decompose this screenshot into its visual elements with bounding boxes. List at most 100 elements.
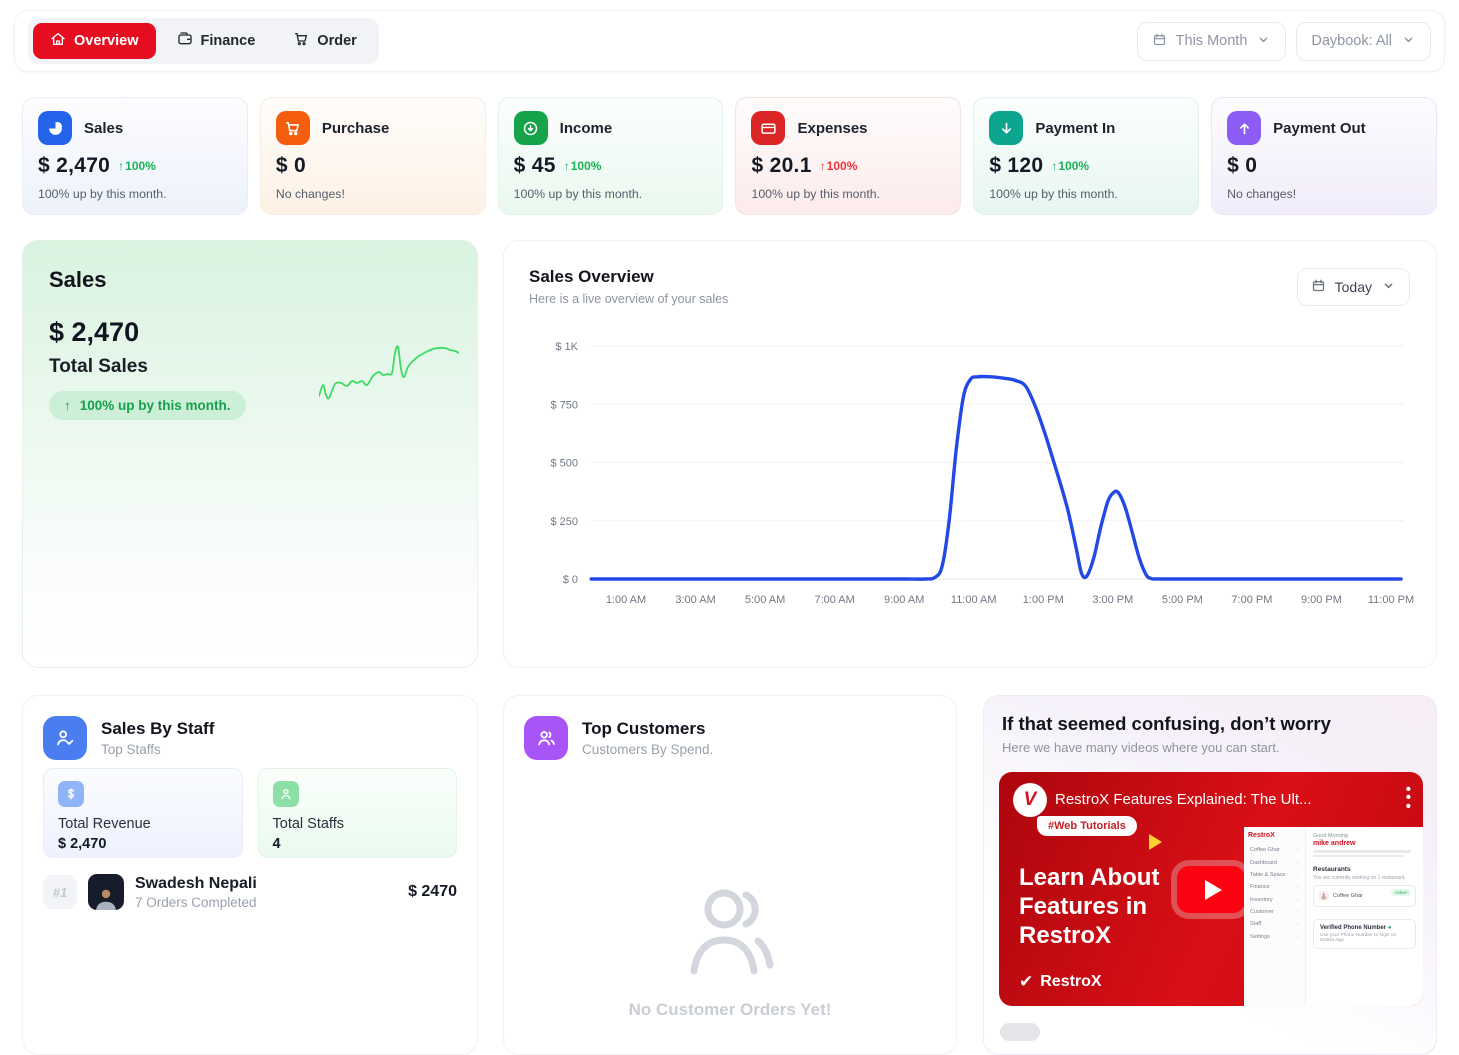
- stat-card-income[interactable]: Income $ 45 ↑100% 100% up by this month.: [498, 97, 724, 215]
- chevron-down-icon: [1256, 32, 1271, 51]
- x-axis-tick: 5:00 AM: [745, 594, 785, 606]
- sales-overview-card: Sales Overview Here is a live overview o…: [503, 240, 1437, 668]
- y-axis-tick: $ 750: [550, 399, 578, 411]
- play-button[interactable]: [1177, 866, 1245, 913]
- total-sales-label: Total Sales: [49, 356, 148, 378]
- stat-card-payment-in[interactable]: Payment In $ 120 ↑100% 100% up by this m…: [973, 97, 1199, 215]
- stat-note: 100% up by this month.: [989, 187, 1183, 201]
- stat-title: Payment Out: [1273, 120, 1366, 137]
- total-revenue-tile: Total Revenue $ 2,470: [43, 768, 243, 858]
- stat-card-expenses[interactable]: Expenses $ 20.1 ↑100% 100% up by this mo…: [735, 97, 961, 215]
- arrow-up-icon: ↑: [820, 159, 826, 173]
- empty-state: No Customer Orders Yet!: [504, 881, 956, 1020]
- top-customers-subtitle: Customers By Spend.: [582, 742, 713, 757]
- stat-value: $ 0: [276, 154, 306, 178]
- rank-badge: #1: [43, 875, 77, 909]
- person-icon: [273, 781, 299, 807]
- y-axis-tick: $ 500: [550, 458, 578, 470]
- calendar-icon: [1152, 32, 1167, 51]
- top-customers-card: Top Customers Customers By Spend. No Cus…: [503, 695, 957, 1055]
- coin-in-icon: [514, 111, 548, 145]
- stat-card-payment-out[interactable]: Payment Out $ 0 No changes!: [1211, 97, 1437, 215]
- top-customers-title: Top Customers: [582, 719, 713, 739]
- x-axis-tick: 1:00 PM: [1023, 594, 1064, 606]
- kebab-menu-icon[interactable]: •••: [1406, 786, 1411, 811]
- sales-by-staff-title: Sales By Staff: [101, 719, 214, 739]
- stat-value: $ 2,470: [38, 154, 110, 178]
- empty-state-text: No Customer Orders Yet!: [504, 1000, 956, 1020]
- app-preview-screenshot: RestroX Coffee Ghar›Dashboard›Table & Sp…: [1244, 827, 1423, 1006]
- period-filter-label: This Month: [1176, 33, 1248, 49]
- wallet-icon: [177, 31, 193, 51]
- people-outline-icon: [670, 881, 790, 981]
- video-badge: #Web Tutorials: [1037, 816, 1137, 836]
- top-navigation-bar: Overview Finance Order This Month Dayb: [14, 10, 1445, 72]
- x-axis-tick: 3:00 AM: [675, 594, 715, 606]
- total-staffs-tile: Total Staffs 4: [258, 768, 458, 858]
- stat-title: Expenses: [797, 120, 867, 137]
- tab-finance-label: Finance: [201, 33, 256, 49]
- daybook-filter-label: Daybook: All: [1311, 33, 1392, 49]
- credit-card-icon: [751, 111, 785, 145]
- x-axis-tick: 1:00 AM: [606, 594, 646, 606]
- x-axis-tick: 9:00 AM: [884, 594, 924, 606]
- sales-line-chart: $ 1K$ 750$ 500$ 250$ 01:00 AM3:00 AM5:00…: [504, 241, 1438, 669]
- restrox-logo-icon: V: [1013, 783, 1047, 817]
- sales-by-staff-card: Sales By Staff Top Staffs Total Revenue …: [22, 695, 478, 1055]
- sales-summary-card: Sales $ 2,470 Total Sales ↑ 100% up by t…: [22, 240, 478, 668]
- sales-growth-badge: ↑ 100% up by this month.: [49, 391, 246, 420]
- stat-value: $ 20.1: [751, 154, 811, 178]
- table-row-staff-1[interactable]: #1 Swadesh Nepali 7 Orders Completed $ 2…: [43, 874, 457, 910]
- x-axis-tick: 7:00 AM: [814, 594, 854, 606]
- avatar: [88, 874, 124, 910]
- arrow-up-icon: ↑: [1051, 159, 1057, 173]
- cart-icon: [276, 111, 310, 145]
- pie-chart-icon: [38, 111, 72, 145]
- restrox-logo-icon: ✔: [1019, 972, 1033, 992]
- total-staffs-label: Total Staffs: [273, 816, 443, 832]
- staff-name: Swadesh Nepali: [135, 875, 257, 893]
- mini-sidebar-item: Table & Space›: [1248, 869, 1301, 881]
- x-axis-tick: 7:00 PM: [1231, 594, 1272, 606]
- mini-sidebar-items: Coffee Ghar›Dashboard›Table & Space›Fina…: [1248, 844, 1301, 943]
- stat-card-purchase[interactable]: Purchase $ 0 No changes!: [260, 97, 486, 215]
- mini-sidebar-item: Finance›: [1248, 881, 1301, 893]
- arrow-down-icon: [989, 111, 1023, 145]
- stat-card-row: Sales $ 2,470 ↑100% 100% up by this mont…: [22, 97, 1437, 215]
- sales-sparkline: [319, 341, 459, 411]
- mini-sidebar-item: Dashboard›: [1248, 856, 1301, 868]
- x-axis-tick: 11:00 PM: [1368, 594, 1414, 606]
- total-sales-value: $ 2,470: [49, 317, 139, 348]
- stat-value: $ 45: [514, 154, 556, 178]
- daybook-filter-dropdown[interactable]: Daybook: All: [1296, 22, 1431, 61]
- total-revenue-value: $ 2,470: [58, 836, 228, 852]
- help-video-card: If that seemed confusing, don’t worry He…: [983, 695, 1437, 1055]
- stat-value: $ 120: [989, 154, 1043, 178]
- tab-order[interactable]: Order: [276, 23, 374, 59]
- tab-overview[interactable]: Overview: [33, 23, 156, 59]
- dollar-icon: [58, 781, 84, 807]
- video-title: RestroX Features Explained: The Ult...: [1055, 791, 1365, 808]
- tab-overview-label: Overview: [74, 33, 139, 49]
- delta-up-badge: ↑100%: [820, 159, 858, 173]
- arrow-up-icon: ↑: [118, 159, 124, 173]
- stat-title: Income: [560, 120, 613, 137]
- arrow-up-icon: ↑: [564, 159, 570, 173]
- y-axis-tick: $ 250: [550, 516, 578, 528]
- tab-finance[interactable]: Finance: [160, 23, 273, 59]
- stat-title: Sales: [84, 120, 123, 137]
- person-check-icon: [43, 716, 87, 760]
- period-filter-dropdown[interactable]: This Month: [1137, 22, 1287, 61]
- y-axis-tick: $ 0: [563, 574, 578, 586]
- stat-note: 100% up by this month.: [38, 187, 232, 201]
- stat-note: 100% up by this month.: [514, 187, 708, 201]
- stat-card-sales[interactable]: Sales $ 2,470 ↑100% 100% up by this mont…: [22, 97, 248, 215]
- truncated-badge: [1000, 1023, 1040, 1041]
- staff-orders: 7 Orders Completed: [135, 895, 257, 910]
- mini-sidebar-item: Inventory›: [1248, 894, 1301, 906]
- help-card-subtitle: Here we have many videos where you can s…: [1002, 740, 1279, 755]
- video-thumbnail[interactable]: V RestroX Features Explained: The Ult...…: [999, 772, 1423, 1006]
- sales-summary-title: Sales: [49, 267, 107, 293]
- tab-group: Overview Finance Order: [28, 18, 379, 64]
- delta-up-badge: ↑100%: [564, 159, 602, 173]
